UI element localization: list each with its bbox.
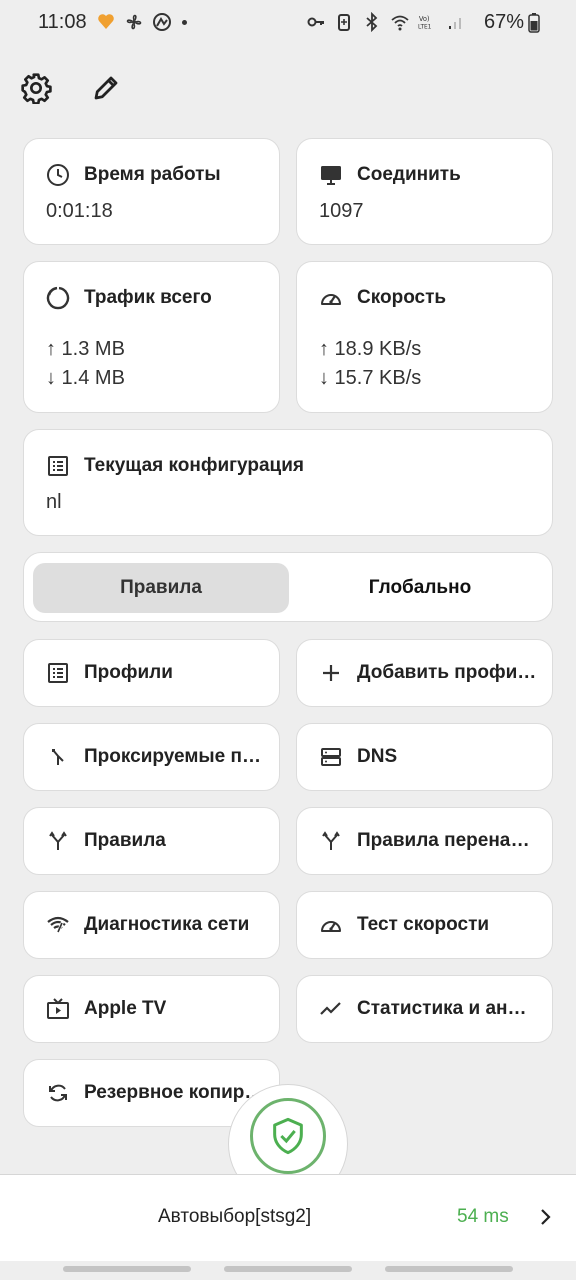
- tile-speed-test[interactable]: Тест скорости: [296, 891, 553, 959]
- config-card[interactable]: Текущая конфигурация nl: [23, 429, 553, 536]
- wifi-check-icon: [47, 916, 69, 933]
- tile-network-diagnostics[interactable]: Диагностика сети: [23, 891, 280, 959]
- connections-title: Соединить: [357, 164, 461, 185]
- list-icon: [48, 663, 68, 683]
- mode-switch: Правила Глобально: [23, 552, 553, 622]
- progress-ring-icon: [46, 286, 70, 310]
- selected-proxy-name[interactable]: Автовыбор[stsg2]: [158, 1206, 311, 1228]
- volte-icon: Vo) LTE1: [418, 15, 432, 31]
- speedometer-icon: [321, 294, 341, 305]
- plus-icon: [323, 665, 339, 681]
- toolbar: [18, 68, 124, 108]
- tile-label: Правила: [84, 830, 166, 851]
- nav-recents-handle[interactable]: [385, 1266, 513, 1272]
- proxy-latency: 54 ms: [457, 1206, 509, 1227]
- mode-global-button[interactable]: Глобально: [292, 563, 548, 613]
- tile-proxied-apps[interactable]: Проксируемые приложения: [23, 723, 280, 791]
- speed-card: Скорость ↑ 18.9 KB/s ↓ 15.7 KB/s: [296, 261, 553, 413]
- tile-label: DNS: [357, 746, 398, 767]
- nav-back-handle[interactable]: [63, 1266, 191, 1272]
- system-icons: Vo) LTE1: [306, 12, 466, 32]
- tile-label: Профили: [84, 662, 173, 683]
- logo-icon: [153, 13, 171, 31]
- config-title: Текущая конфигурация: [84, 455, 304, 476]
- tile-profiles[interactable]: Профили: [23, 639, 280, 707]
- status-time: 11:08: [38, 11, 87, 33]
- notification-icons: [96, 12, 187, 32]
- tile-label: Добавить профиль: [357, 662, 537, 683]
- key-icon: [307, 17, 324, 27]
- tile-add-profile[interactable]: Добавить профиль: [296, 639, 553, 707]
- dot-icon: [182, 19, 187, 25]
- tile-label: Apple TV: [84, 998, 167, 1019]
- gear-icon: [21, 73, 52, 104]
- tile-apple-tv[interactable]: Apple TV: [23, 975, 280, 1043]
- edit-button[interactable]: [88, 68, 124, 108]
- tile-label: Проксируемые приложения: [84, 746, 264, 767]
- fork-icon: [49, 831, 67, 850]
- merge-icon: [52, 749, 64, 765]
- server-icon: [321, 748, 341, 766]
- signal-icon: [449, 18, 461, 29]
- connections-card: Соединить 1097: [296, 138, 553, 245]
- tile-dns[interactable]: DNS: [296, 723, 553, 791]
- tv-icon: [47, 998, 69, 1019]
- battery-percentage: 67%: [483, 11, 524, 33]
- svg-text:Vo): Vo): [419, 15, 430, 23]
- connect-toggle-button[interactable]: [250, 1098, 326, 1174]
- tile-rules[interactable]: Правила: [23, 807, 280, 875]
- speed-title: Скорость: [357, 287, 447, 308]
- traffic-up: ↑ 1.3 MB: [46, 338, 125, 360]
- mode-rules-button[interactable]: Правила: [33, 563, 289, 613]
- speed-down: ↓ 15.7 KB/s: [319, 367, 422, 389]
- speed-up: ↑ 18.9 KB/s: [319, 338, 422, 360]
- wifi-icon: [391, 15, 409, 31]
- tile-label: Резервное копирование: [84, 1082, 264, 1103]
- monitor-icon: [321, 166, 341, 185]
- tile-label: Правила переназначения: [357, 830, 537, 851]
- tile-label: Статистика и аналитика: [357, 998, 537, 1019]
- settings-button[interactable]: [18, 68, 54, 108]
- tile-rewrite-rules[interactable]: Правила переназначения: [296, 807, 553, 875]
- heart-bolt-icon: [98, 14, 114, 29]
- tile-label: Тест скорости: [357, 914, 490, 935]
- fork-icon: [322, 831, 340, 850]
- shield-check-icon: [273, 1117, 303, 1155]
- traffic-card: Трафик всего ↑ 1.3 MB ↓ 1.4 MB: [23, 261, 280, 413]
- chevron-right-icon[interactable]: [536, 1206, 556, 1228]
- clock-icon: [47, 164, 69, 186]
- uptime-card: Время работы 0:01:18: [23, 138, 280, 245]
- config-value: nl: [46, 491, 62, 513]
- nav-home-handle[interactable]: [224, 1266, 352, 1272]
- status-bar: 11:08 Vo) LTE1 67%: [0, 0, 576, 48]
- speedometer-icon: [321, 921, 341, 932]
- uptime-value: 0:01:18: [46, 200, 113, 222]
- tile-statistics[interactable]: Статистика и аналитика: [296, 975, 553, 1043]
- bluetooth-icon: [366, 12, 378, 32]
- uptime-title: Время работы: [84, 164, 221, 185]
- fan-icon: [126, 14, 142, 30]
- list-icon: [48, 456, 68, 476]
- pencil-icon: [94, 76, 118, 100]
- backup-icon: [49, 1084, 67, 1102]
- battery-saver-icon: [338, 14, 350, 31]
- tile-label: Диагностика сети: [84, 914, 250, 935]
- svg-text:LTE1: LTE1: [418, 25, 432, 31]
- trend-icon: [320, 1002, 341, 1015]
- battery-icon: [528, 13, 540, 33]
- traffic-down: ↓ 1.4 MB: [46, 367, 125, 389]
- connections-value: 1097: [319, 200, 364, 222]
- traffic-title: Трафик всего: [84, 287, 212, 308]
